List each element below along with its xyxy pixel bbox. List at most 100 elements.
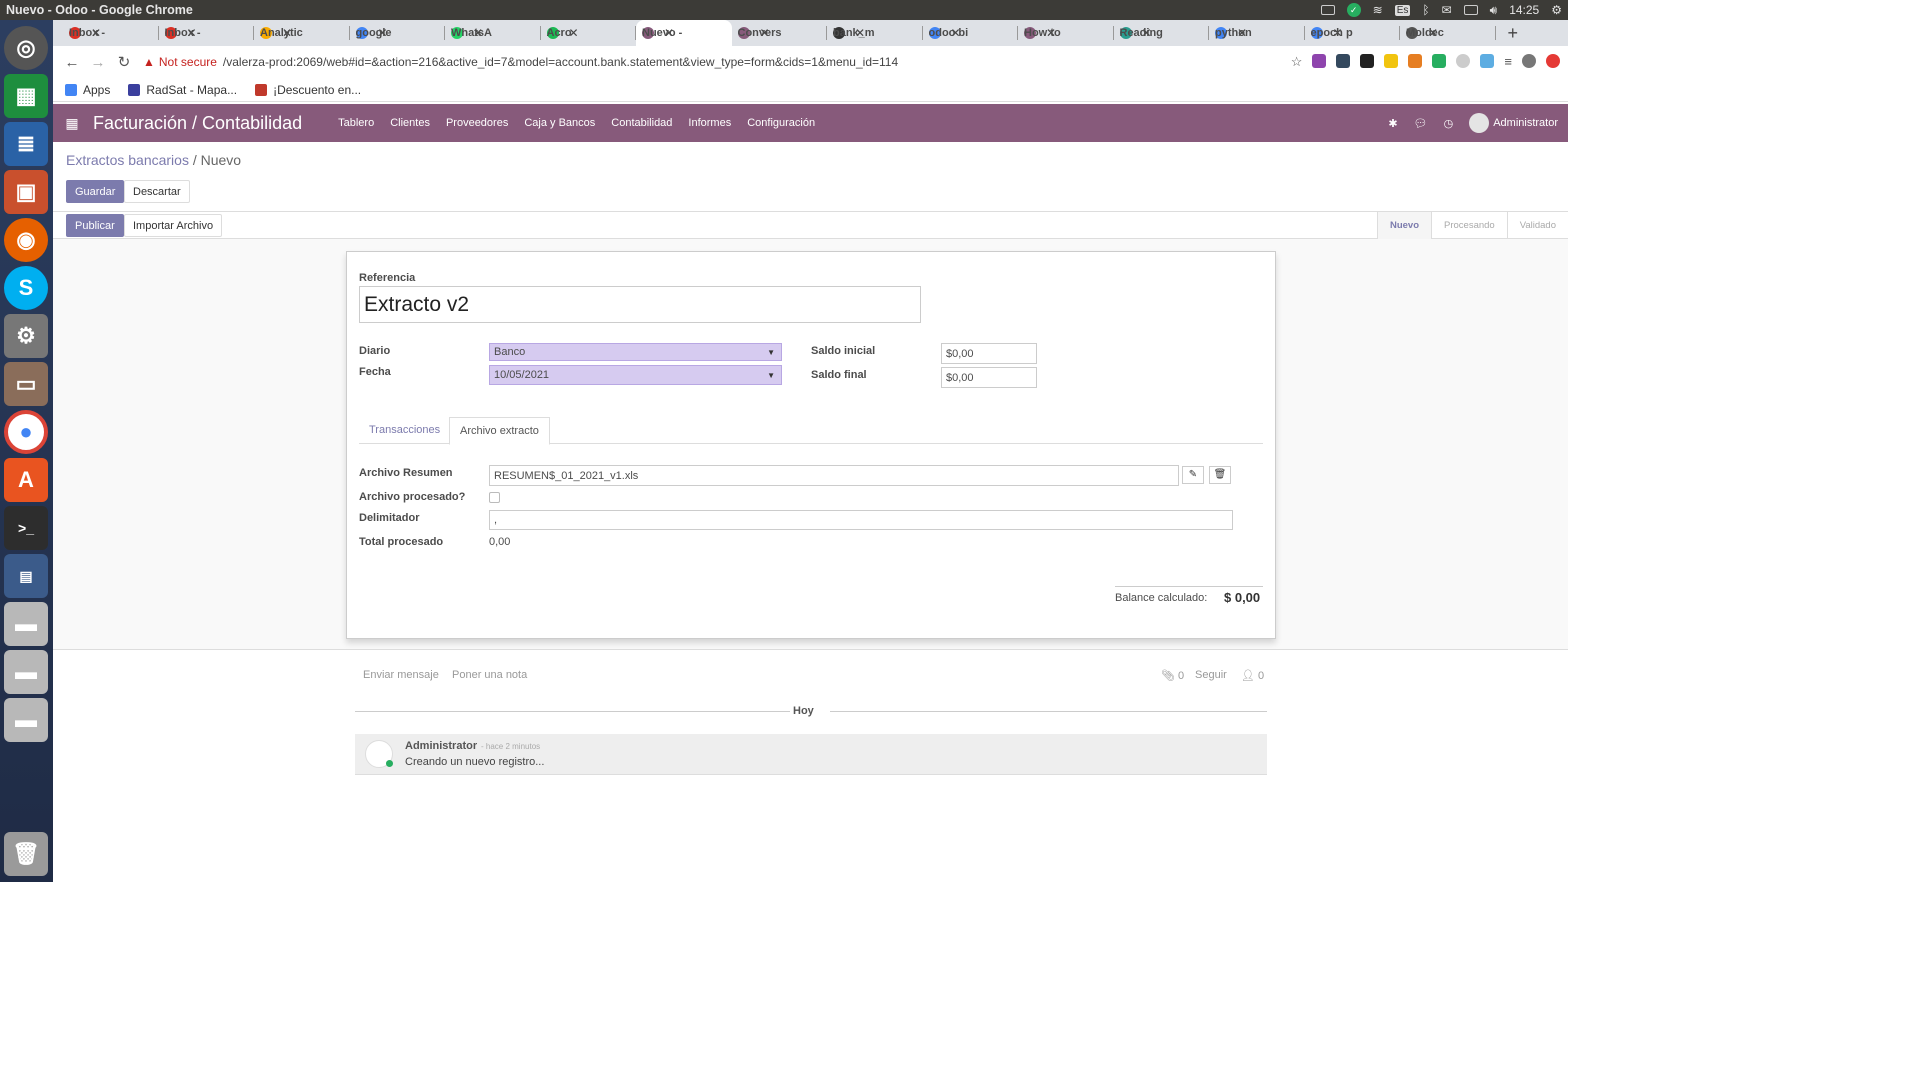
journal-select[interactable]: Banco ▼ bbox=[489, 343, 782, 361]
extension-icon[interactable] bbox=[1384, 54, 1399, 68]
followers-button[interactable]: 👤︎ 0 bbox=[1241, 669, 1264, 682]
security-status[interactable]: Not secure bbox=[159, 55, 217, 69]
browser-tab[interactable]: WhatsA ✕ bbox=[445, 20, 541, 46]
status-stage[interactable]: Procesando bbox=[1431, 212, 1507, 239]
menu-item[interactable]: Proveedores bbox=[446, 117, 508, 129]
extension-icon[interactable] bbox=[1432, 54, 1447, 68]
check-icon[interactable]: ✓ bbox=[1346, 3, 1361, 17]
menu-item[interactable]: Configuración bbox=[747, 117, 815, 129]
volume-icon[interactable]: 🔊︎ bbox=[1490, 3, 1498, 18]
keyboard-layout[interactable]: Es bbox=[1394, 4, 1411, 16]
processed-checkbox[interactable] bbox=[489, 492, 500, 503]
browser-tab[interactable]: How to ✕ bbox=[1018, 20, 1114, 46]
back-arrow-icon[interactable]: ← bbox=[59, 54, 85, 71]
drive-icon[interactable]: ▬ bbox=[4, 698, 48, 742]
delimiter-input[interactable]: , bbox=[489, 510, 1233, 530]
send-message-button[interactable]: Enviar mensaje bbox=[363, 669, 439, 681]
save-button[interactable]: Guardar bbox=[66, 180, 125, 203]
display-icon[interactable] bbox=[1320, 5, 1335, 15]
log-note-button[interactable]: Poner una nota bbox=[452, 669, 527, 681]
media-queue-icon[interactable]: ≡ bbox=[1504, 54, 1512, 70]
end-balance-input[interactable]: $0,00 bbox=[941, 367, 1037, 388]
clock-activity-icon[interactable]: ◷ bbox=[1444, 117, 1454, 130]
message-author[interactable]: Administrator bbox=[405, 740, 477, 752]
url-text[interactable]: /valerza-prod:2069/web#id=&action=216&ac… bbox=[223, 55, 898, 69]
browser-tab[interactable]: odoo bi ✕ bbox=[923, 20, 1019, 46]
calc-spreadsheet-icon[interactable]: ▦ bbox=[4, 74, 48, 118]
star-bookmark-icon[interactable]: ☆ bbox=[1291, 54, 1303, 70]
writer-document-icon[interactable]: ≣ bbox=[4, 122, 48, 166]
browser-tab[interactable]: google ✕ bbox=[350, 20, 446, 46]
file-manager-icon[interactable]: ▭ bbox=[4, 362, 48, 406]
pencil-edit-icon[interactable]: ✎ bbox=[1182, 466, 1204, 484]
publish-button[interactable]: Publicar bbox=[66, 214, 124, 237]
status-stage[interactable]: Validado bbox=[1506, 212, 1568, 239]
browser-tab[interactable]: bank_m ✕ bbox=[827, 20, 923, 46]
extension-icon[interactable] bbox=[1408, 54, 1423, 68]
update-menu-icon[interactable] bbox=[1546, 54, 1560, 68]
impress-presentation-icon[interactable]: ▣ bbox=[4, 170, 48, 214]
browser-tab[interactable]: Inbox - ✕ bbox=[63, 20, 159, 46]
breadcrumb-parent-link[interactable]: Extractos bancarios bbox=[66, 152, 189, 168]
trash-icon[interactable]: 🗑︎ bbox=[4, 832, 48, 876]
bluetooth-icon[interactable]: ᛒ bbox=[1422, 3, 1429, 17]
terminal-icon[interactable]: >_ bbox=[4, 506, 48, 550]
workspace-switcher-icon[interactable]: ▤ bbox=[4, 554, 48, 598]
clock[interactable]: 14:25 bbox=[1509, 3, 1539, 17]
mail-icon[interactable]: ✉ bbox=[1442, 3, 1452, 17]
menu-item[interactable]: Contabilidad bbox=[611, 117, 672, 129]
address-bar[interactable]: ▲ Not secure /valerza-prod:2069/web#id=&… bbox=[143, 50, 1243, 74]
apps-grid-icon[interactable]: ▦ bbox=[59, 115, 85, 132]
forward-arrow-icon[interactable]: → bbox=[85, 54, 111, 71]
skype-icon[interactable]: S bbox=[4, 266, 48, 310]
summary-file-input[interactable]: RESUMEN$_01_2021_v1.xls bbox=[489, 465, 1179, 486]
menu-item[interactable]: Informes bbox=[688, 117, 731, 129]
trash-icon[interactable]: 🗑︎ bbox=[1209, 466, 1231, 484]
import-file-button[interactable]: Importar Archivo bbox=[124, 214, 223, 237]
reference-input[interactable]: Extracto v2 bbox=[359, 286, 921, 323]
chrome-icon[interactable]: ● bbox=[4, 410, 48, 454]
battery-icon[interactable] bbox=[1463, 5, 1478, 15]
bookmark-item[interactable]: Apps bbox=[65, 83, 110, 97]
reload-icon[interactable]: ↻ bbox=[111, 53, 137, 71]
firefox-icon[interactable]: ◉ bbox=[4, 218, 48, 262]
extension-icon[interactable] bbox=[1480, 54, 1495, 68]
menu-item[interactable]: Clientes bbox=[390, 117, 430, 129]
extension-icon[interactable] bbox=[1312, 54, 1327, 68]
browser-tab[interactable]: Convers ✕ bbox=[732, 20, 828, 46]
extension-icon[interactable] bbox=[1456, 54, 1471, 68]
date-input[interactable]: 10/05/2021 ▼ bbox=[489, 365, 782, 385]
drive-icon[interactable]: ▬ bbox=[4, 650, 48, 694]
discard-button[interactable]: Descartar bbox=[124, 180, 190, 203]
browser-tab[interactable]: epoch p ✕ bbox=[1305, 20, 1401, 46]
browser-tab[interactable]: Analytic ✕ bbox=[254, 20, 350, 46]
follow-button[interactable]: Seguir bbox=[1195, 669, 1227, 681]
browser-tab[interactable]: Acro ✕ bbox=[541, 20, 637, 46]
attachments-button[interactable]: 📎︎ 0 bbox=[1161, 669, 1184, 682]
menu-item[interactable]: Tablero bbox=[338, 117, 374, 129]
tab-transactions[interactable]: Transacciones bbox=[359, 417, 450, 444]
system-settings-icon[interactable]: ⚙ bbox=[4, 314, 48, 358]
drive-icon[interactable]: ▬ bbox=[4, 602, 48, 646]
extension-icon[interactable] bbox=[1336, 54, 1351, 68]
app-title[interactable]: Facturación / Contabilidad bbox=[93, 113, 302, 134]
start-balance-input[interactable]: $0,00 bbox=[941, 343, 1037, 364]
menu-item[interactable]: Caja y Bancos bbox=[524, 117, 595, 129]
bug-debug-icon[interactable]: ✱ bbox=[1388, 117, 1397, 130]
user-menu[interactable]: Administrator bbox=[1469, 113, 1558, 133]
tab-statement-file[interactable]: Archivo extracto bbox=[449, 417, 550, 445]
status-stage[interactable]: Nuevo bbox=[1376, 212, 1432, 239]
browser-tab[interactable]: Inbox - ✕ bbox=[159, 20, 255, 46]
bookmark-item[interactable]: RadSat - Mapa... bbox=[128, 83, 237, 97]
settings-gear-icon[interactable]: ⚙ bbox=[1551, 3, 1562, 17]
chat-bubbles-icon[interactable]: 💬︎ bbox=[1414, 117, 1428, 130]
browser-tab[interactable]: python ✕ bbox=[1209, 20, 1305, 46]
ubuntu-dash-icon[interactable]: ◎ bbox=[4, 26, 48, 70]
bookmark-item[interactable]: ¡Descuento en... bbox=[255, 83, 361, 97]
wifi-icon[interactable]: ≋ bbox=[1373, 3, 1383, 17]
browser-tab[interactable]: Moldec ✕ bbox=[1400, 20, 1496, 46]
software-center-icon[interactable]: A bbox=[4, 458, 48, 502]
browser-tab[interactable]: Reading ✕ bbox=[1114, 20, 1210, 46]
browser-tab[interactable]: Nuevo - ✕ bbox=[636, 20, 732, 46]
extension-icon[interactable] bbox=[1360, 54, 1375, 68]
